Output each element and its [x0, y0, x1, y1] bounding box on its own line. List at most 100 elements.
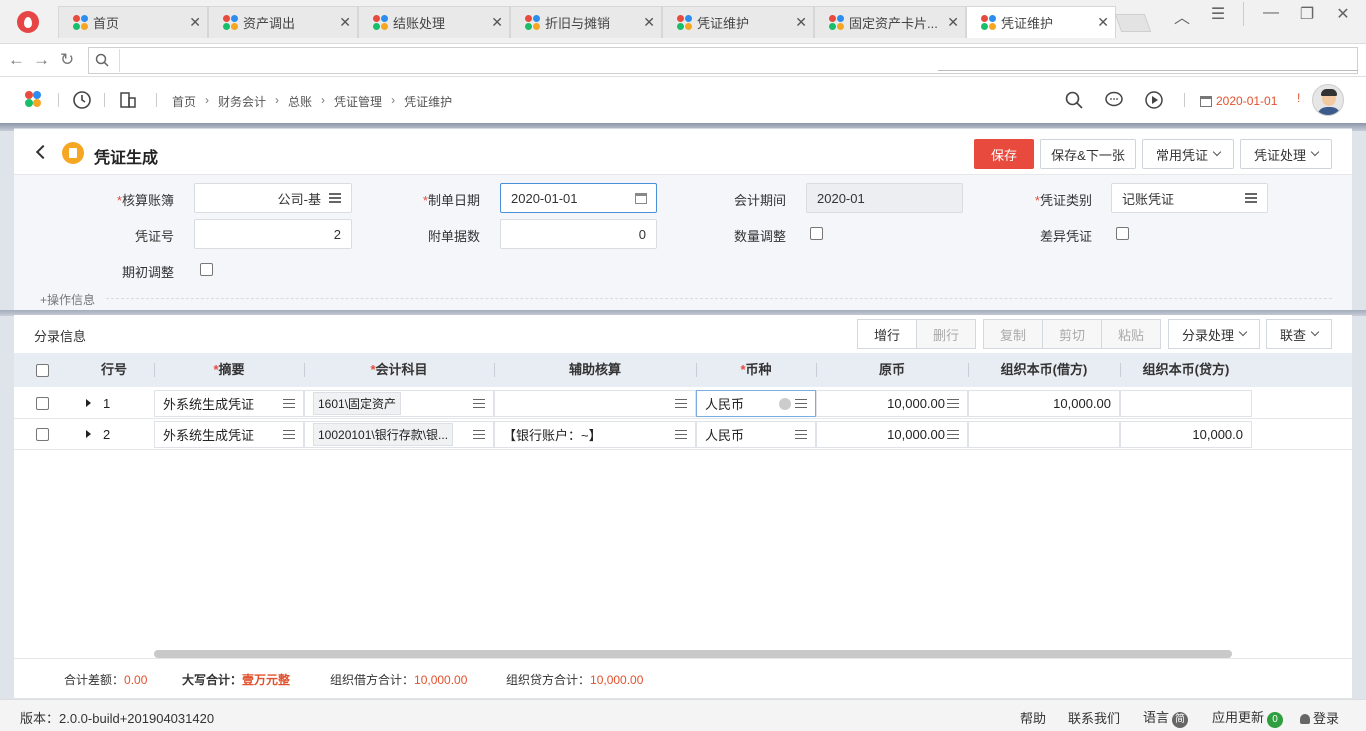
close-icon[interactable]: ✕ — [795, 14, 807, 31]
browser-tab-asset-card[interactable]: 固定资产卡片... ✕ — [814, 6, 966, 38]
browser-tab-asset-out[interactable]: 资产调出 ✕ — [208, 6, 358, 38]
business-date[interactable]: 2020-01-01 — [1200, 94, 1277, 108]
entry-process-dropdown[interactable]: 分录处理 — [1168, 319, 1260, 349]
voucher-no-label: 凭证号 — [134, 229, 174, 244]
list-icon[interactable] — [795, 398, 807, 409]
select-all-checkbox[interactable] — [36, 364, 49, 377]
diff-voucher-checkbox[interactable] — [1116, 227, 1129, 240]
breadcrumb-item[interactable]: 凭证管理 — [334, 93, 382, 110]
breadcrumb-item[interactable]: 总账 — [288, 93, 312, 110]
aux-cell[interactable]: 【银行账户：~】 — [494, 421, 696, 448]
close-icon[interactable]: ✕ — [189, 14, 201, 31]
message-icon[interactable] — [1104, 90, 1124, 110]
alert-icon[interactable]: ! — [1297, 91, 1300, 105]
browser-tab-depreciation[interactable]: 折旧与摊销 ✕ — [510, 6, 662, 38]
new-tab-button[interactable] — [1114, 14, 1152, 32]
delete-row-button[interactable]: 删行 — [916, 319, 976, 349]
original-amount-cell[interactable]: 10,000.00 — [816, 421, 968, 448]
operation-info-toggle[interactable]: +操作信息 — [40, 291, 95, 308]
expand-icon[interactable] — [86, 399, 91, 407]
expand-icon[interactable] — [86, 430, 91, 438]
summary-cell[interactable]: 外系统生成凭证 — [154, 421, 304, 448]
close-icon[interactable]: ✕ — [339, 14, 351, 31]
window-close-icon[interactable]: ✕ — [1328, 4, 1358, 24]
list-icon[interactable] — [283, 429, 295, 440]
table-row: 2 外系统生成凭证 10020101\银行存款\银... 【银行账户：~】 人民… — [14, 419, 1352, 450]
app-updates[interactable]: 应用更新 0 — [1212, 707, 1284, 728]
qty-adjust-checkbox[interactable] — [810, 227, 823, 240]
calendar-icon[interactable] — [635, 193, 647, 204]
breadcrumb-item[interactable]: 首页 — [172, 93, 196, 110]
attachments-field[interactable]: 0 — [500, 219, 657, 249]
list-icon[interactable] — [675, 429, 687, 440]
horizontal-scrollbar[interactable] — [154, 650, 1232, 658]
back-arrow-icon[interactable]: ← — [8, 50, 25, 70]
copy-button[interactable]: 复制 — [983, 319, 1043, 349]
avatar[interactable] — [1312, 84, 1344, 116]
browser-app-icon[interactable] — [0, 6, 56, 38]
list-icon[interactable] — [675, 398, 687, 409]
cut-button[interactable]: 剪切 — [1042, 319, 1102, 349]
paste-button[interactable]: 粘贴 — [1101, 319, 1161, 349]
list-icon[interactable] — [329, 193, 341, 203]
original-amount-cell[interactable]: 10,000.00 — [816, 390, 968, 417]
list-icon[interactable] — [1245, 193, 1257, 203]
make-date-field[interactable]: 2020-01-01 — [500, 183, 657, 213]
row-checkbox[interactable] — [36, 397, 49, 410]
menu-icon[interactable]: ☰ — [1203, 4, 1233, 24]
help-link[interactable]: 帮助 — [1020, 708, 1046, 727]
history-icon[interactable] — [72, 90, 92, 110]
app-logo-icon[interactable] — [25, 91, 41, 107]
aux-cell[interactable] — [494, 390, 696, 417]
link-query-dropdown[interactable]: 联查 — [1266, 319, 1332, 349]
close-icon[interactable]: ✕ — [643, 14, 655, 31]
voucher-process-dropdown[interactable]: 凭证处理 — [1240, 139, 1332, 169]
add-row-button[interactable]: 增行 — [857, 319, 917, 349]
list-icon[interactable] — [947, 398, 959, 409]
close-icon[interactable]: ✕ — [491, 14, 503, 31]
building-icon[interactable] — [118, 90, 138, 110]
save-next-button[interactable]: 保存&下一张 — [1040, 139, 1136, 169]
debit-cell[interactable]: 10,000.00 — [968, 390, 1120, 417]
back-icon[interactable] — [35, 144, 51, 160]
minimize-icon[interactable]: — — [1256, 4, 1286, 22]
list-icon[interactable] — [473, 429, 485, 440]
breadcrumb-item[interactable]: 凭证维护 — [404, 93, 452, 110]
breadcrumb-item[interactable]: 财务会计 — [218, 93, 266, 110]
list-icon[interactable] — [795, 429, 807, 440]
browser-tab-voucher-maint-active[interactable]: 凭证维护 ✕ — [966, 6, 1116, 38]
restore-icon[interactable]: ❐ — [1292, 4, 1322, 24]
voucher-no-field[interactable]: 2 — [194, 219, 352, 249]
language-switch[interactable]: 语言简 — [1143, 707, 1189, 728]
save-button[interactable]: 保存 — [974, 139, 1034, 169]
common-voucher-dropdown[interactable]: 常用凭证 — [1142, 139, 1234, 169]
play-icon[interactable] — [1144, 90, 1164, 110]
close-icon[interactable]: ✕ — [947, 14, 959, 31]
voucher-type-field[interactable]: 记账凭证 — [1111, 183, 1268, 213]
account-cell[interactable]: 1601\固定资产 — [304, 390, 494, 417]
list-icon[interactable] — [947, 429, 959, 440]
summary-cell[interactable]: 外系统生成凭证 — [154, 390, 304, 417]
login-link[interactable]: 登录 — [1300, 708, 1339, 727]
list-icon[interactable] — [283, 398, 295, 409]
opening-adjust-checkbox[interactable] — [200, 263, 213, 276]
browser-tab-voucher-maint-1[interactable]: 凭证维护 ✕ — [662, 6, 814, 38]
close-icon[interactable]: ✕ — [1097, 14, 1109, 31]
browser-tab-home[interactable]: 首页 ✕ — [58, 6, 208, 38]
debit-cell[interactable] — [968, 421, 1120, 448]
currency-cell[interactable]: 人民币 — [696, 421, 816, 448]
credit-cell[interactable]: 10,000.0 — [1120, 421, 1252, 448]
search-icon[interactable] — [1064, 90, 1084, 110]
contact-link[interactable]: 联系我们 — [1068, 708, 1120, 727]
browser-tab-closing[interactable]: 结账处理 ✕ — [358, 6, 510, 38]
credit-cell[interactable] — [1120, 390, 1252, 417]
list-icon[interactable] — [473, 398, 485, 409]
forward-arrow-icon[interactable]: → — [33, 50, 50, 70]
currency-cell[interactable]: 人民币 — [696, 390, 816, 417]
row-checkbox[interactable] — [36, 428, 49, 441]
clear-icon[interactable] — [779, 397, 791, 410]
chevron-up-icon[interactable]: ︿ — [1167, 4, 1197, 28]
account-cell[interactable]: 10020101\银行存款\银... — [304, 421, 494, 448]
ledger-field[interactable]: 公司-基 — [194, 183, 352, 213]
reload-icon[interactable]: ↻ — [60, 50, 74, 70]
